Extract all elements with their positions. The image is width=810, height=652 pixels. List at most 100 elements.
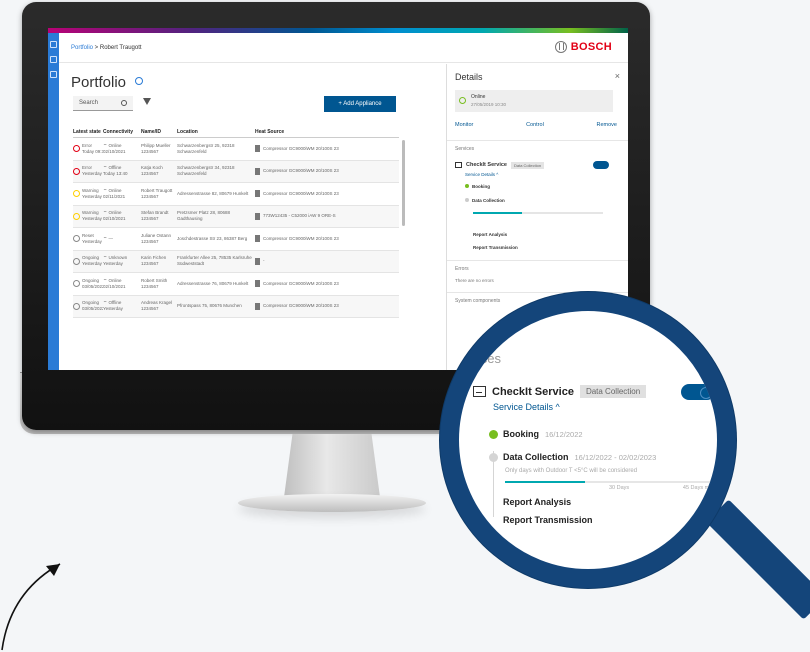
name-cell: Robert Traugott 1234567 <box>141 188 177 200</box>
owner-name: Karin Fichen <box>141 255 167 261</box>
heat-pump-icon <box>255 302 260 310</box>
appliance-id: 1234567 <box>141 238 159 244</box>
table-row[interactable]: Warning Yesterday ⌔ Online 02/10/2021 Stefan… <box>73 205 399 228</box>
connectivity-cell: ⌔ Online 02/10/2021 <box>103 278 141 290</box>
search-icon[interactable] <box>121 100 127 106</box>
topbar: Portfolio > Robert Traugott BOSCH <box>59 33 628 63</box>
name-cell: Juliane Ostann 1234567 <box>141 233 177 245</box>
col-header[interactable]: Name/ID <box>141 129 177 135</box>
heat-source-cell: Compressor GC9000iWM 20/100S 23 <box>255 167 399 175</box>
location-cell: Joschdestrasse Str 23, 86387 Berg <box>177 235 248 241</box>
state-text: Reset <box>82 232 94 238</box>
conn-time: 02/10/2021 <box>103 148 126 154</box>
latest-state-cell: Warning Yesterday <box>73 210 103 222</box>
conn-time: 02/10/2021 <box>103 216 126 222</box>
zoom-service-details-link[interactable]: Service Details ^ <box>493 402 560 412</box>
bosch-armature-icon <box>554 41 567 53</box>
divider <box>447 260 628 261</box>
state-time: 03/05/2022 <box>82 306 103 312</box>
state-icon <box>73 235 80 243</box>
step-pending-icon <box>489 453 498 462</box>
info-icon[interactable] <box>135 77 143 85</box>
heat-source-cell: Compressor GC9000iWM 20/100S 23 <box>255 190 399 198</box>
appliance-id: 1234567 <box>141 216 159 222</box>
location-cell: Schwarzenbergstr 34, 92318 Schwarzenfeld <box>177 165 235 177</box>
divider <box>447 140 628 141</box>
service-details-link[interactable]: Service Details ^ <box>465 172 498 177</box>
state-time: Yesterday <box>82 238 102 244</box>
list-icon[interactable] <box>50 56 57 63</box>
zoom-service-row: CheckIt Service Data Collection <box>473 385 647 398</box>
zoom-step-booking: Booking 16/12/2022 <box>489 429 583 439</box>
col-header[interactable]: Latest state <box>73 129 103 135</box>
table-row[interactable]: Ongoing Yesterday ⌔ Unknown Yesterday Karin … <box>73 250 399 273</box>
service-toggle[interactable] <box>593 161 609 169</box>
state-icon <box>73 145 80 153</box>
step-pending-icon <box>465 198 469 202</box>
remove-button[interactable]: Remove <box>597 122 617 128</box>
name-cell: Philipp Mueller 1234567 <box>141 143 177 155</box>
state-text: Ongoing <box>82 277 100 283</box>
conn-text: Online <box>108 210 122 216</box>
conn-time: Yesterday <box>103 261 123 267</box>
service-row: CheckIt Service Data Collection <box>455 160 613 170</box>
table-row[interactable]: Ongoing 03/05/2022 ⌔ Offline Yesterday Andre… <box>73 295 399 318</box>
breadcrumb-root[interactable]: Portfolio <box>71 45 93 51</box>
location-cell: Schwarzenbergstr 25, 92318 Schwarzenfeld <box>177 142 235 154</box>
heat-source-text: Compressor GC9000iWM 20/100S 23 <box>263 168 339 174</box>
conn-text: — <box>108 235 113 241</box>
latest-state-cell: Error Yesterday <box>73 165 103 177</box>
state-text: Ongoing <box>82 255 100 261</box>
step-label: Report Analysis <box>503 497 572 507</box>
location-cell: Pretzsmer Platz 28, 80688 Gadthausing <box>177 210 231 222</box>
details-title: Details <box>455 72 483 82</box>
details-actions: Monitor Control Remove <box>455 122 617 128</box>
table-row[interactable]: Ongoing 03/05/2022 ⌔ Online 02/10/2021 Rober… <box>73 273 399 296</box>
close-icon[interactable]: × <box>615 71 620 81</box>
table-scrollbar[interactable] <box>402 140 405 226</box>
step-report-transmission: Report Transmission <box>473 245 518 250</box>
grid-icon[interactable] <box>50 71 57 78</box>
latest-state-cell: Ongoing Yesterday <box>73 255 103 267</box>
state-time: Yesterday <box>82 261 102 267</box>
table-row[interactable]: ErrorToday 09:32⌔ Online02/10/2021Philip… <box>73 138 399 161</box>
conn-time: 02/10/2021 <box>103 283 126 289</box>
control-button[interactable]: Control <box>526 122 544 128</box>
heat-source-cell: Compressor GC9000iWM 20/100S 23 <box>255 280 399 288</box>
errors-text: There are no errors <box>455 278 494 283</box>
filter-icon[interactable] <box>143 98 151 105</box>
heat-source-text: Compressor GC9000iWM 20/100S 23 <box>263 235 339 241</box>
table-row[interactable]: Reset Yesterday ⌔ — Juliane Ostann 1234567 Jo… <box>73 228 399 251</box>
table-row[interactable]: Warning Yesterday ⌔ Online 02/11/2021 Robert… <box>73 183 399 206</box>
breadcrumb-current: Robert Traugott <box>99 44 142 51</box>
zoom-services-label: rvices <box>467 351 501 366</box>
step-label: Booking <box>472 184 490 189</box>
table-row[interactable]: Error Yesterday ⌔ Offline Today 13:40 Katja … <box>73 160 399 183</box>
heat-source-text: - <box>263 258 265 264</box>
name-cell: Stefan Brandt 1234567 <box>141 210 177 222</box>
add-appliance-button[interactable]: + Add Appliance <box>324 96 396 112</box>
heat-source-cell: Compressor GC9000iWM 20/100S 23 <box>255 235 399 243</box>
appliance-id: 1234567 <box>141 261 159 267</box>
connection-status: Online 27/05/2019 10:30 <box>455 90 613 112</box>
zoom-step-report-transmission: Report Transmission <box>503 515 593 525</box>
state-time: Yesterday <box>82 216 102 222</box>
monitor-button[interactable]: Monitor <box>455 122 473 128</box>
latest-state-cell: ErrorToday 09:32 <box>73 143 103 155</box>
owner-name: Robert Traugott <box>141 187 173 193</box>
breadcrumb-sep: > <box>93 44 100 51</box>
conn-time: Yesterday <box>103 306 123 312</box>
col-header[interactable]: Location <box>177 129 255 135</box>
col-header[interactable]: Heat Source <box>255 129 399 135</box>
owner-name: Stefan Brandt <box>141 210 169 216</box>
owner-name: Katja Koch <box>141 165 163 171</box>
heat-source-cell: Compressor GC9000iWM 20/100S 23 <box>255 145 399 153</box>
heat-pump-icon <box>255 212 260 220</box>
latest-state-cell: Reset Yesterday <box>73 233 103 245</box>
heat-source-cell: 773W12435 - C52000 iAW 9 ORE-S <box>255 212 399 220</box>
zoom-service-toggle[interactable] <box>681 384 715 400</box>
step-label: Report Transmission <box>503 515 593 525</box>
col-header[interactable]: Connectivity <box>103 129 141 135</box>
monitor-base <box>238 494 426 512</box>
menu-icon[interactable] <box>50 41 57 48</box>
